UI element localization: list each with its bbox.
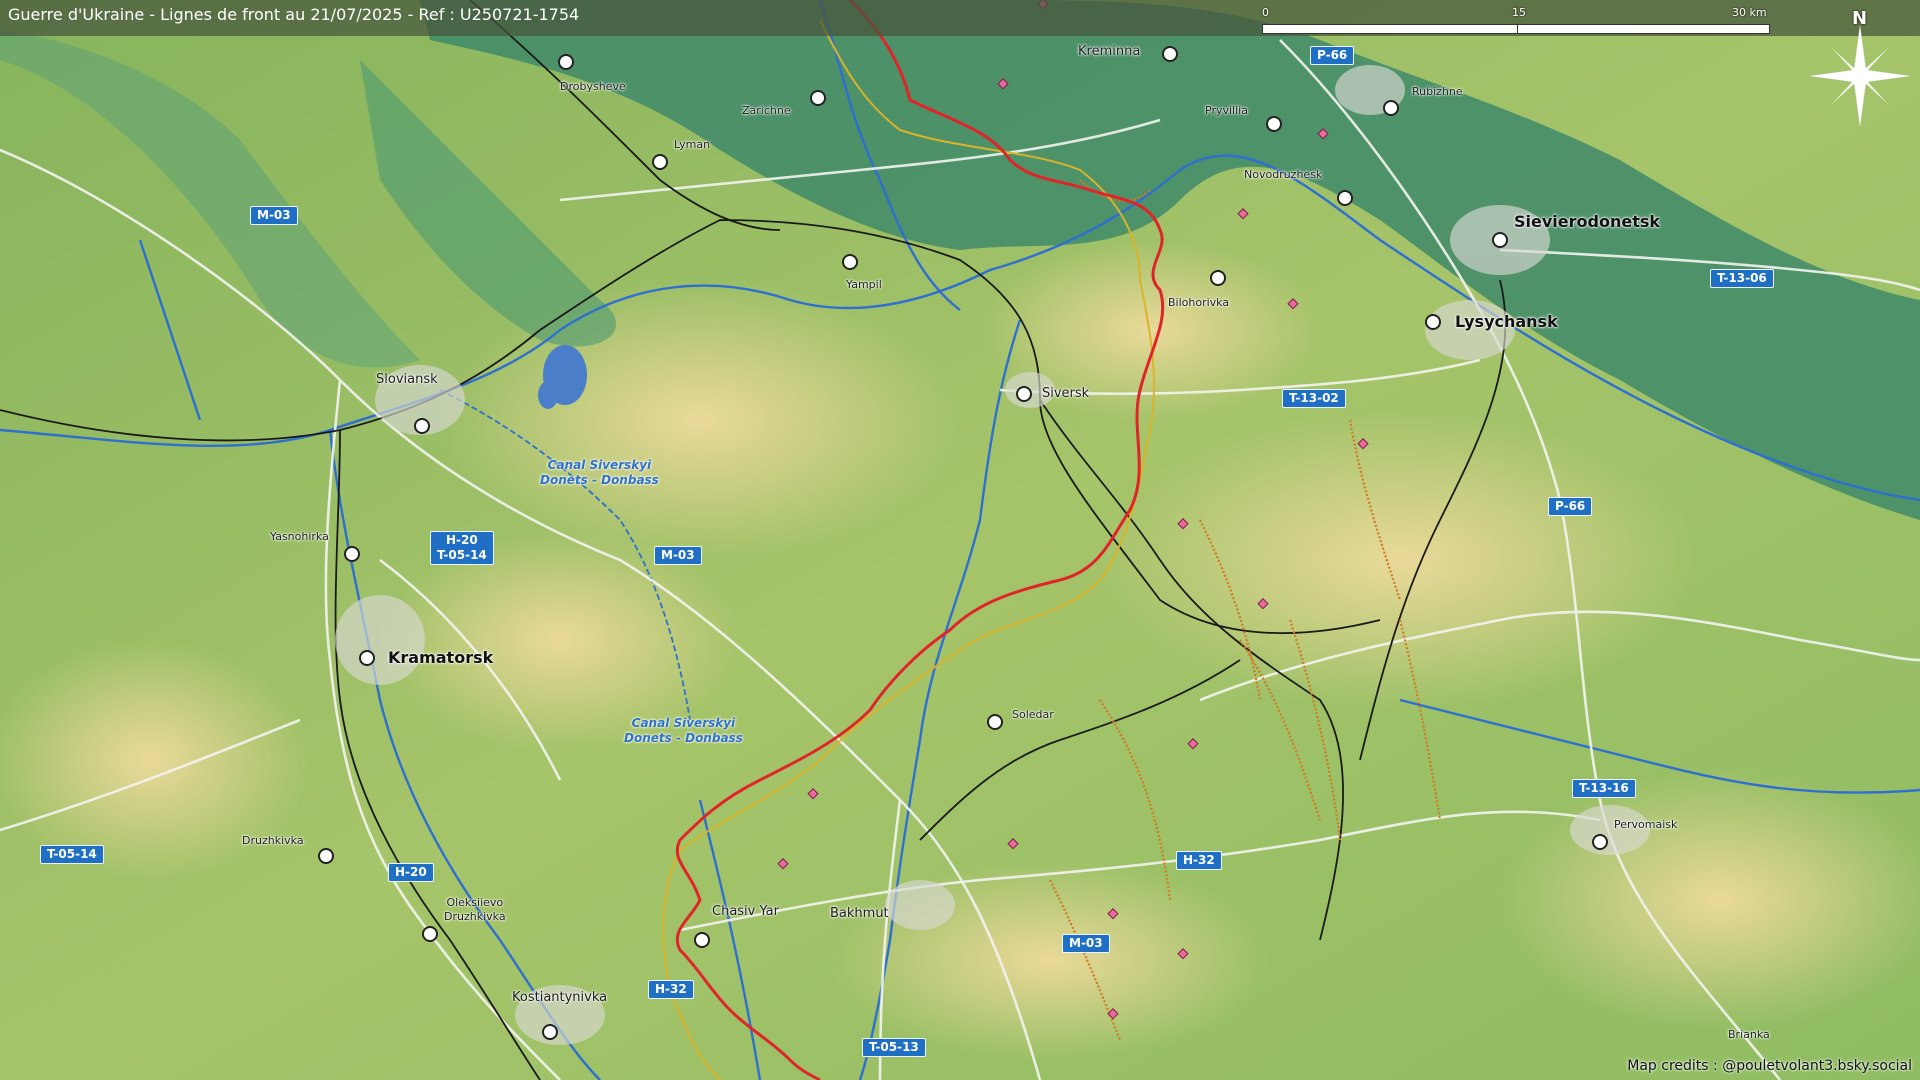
road-shield-p66: P-66 — [1310, 46, 1355, 65]
city-label-lyman: Lyman — [674, 138, 711, 151]
north-arrow: N — [1810, 8, 1910, 126]
road-shield-m03: M-03 — [250, 206, 298, 225]
road-shield-h32: H-32 — [1176, 851, 1222, 870]
upland-patch — [1500, 770, 1920, 1030]
city-label-novodruzhesk: Novodruzhesk — [1244, 168, 1323, 181]
road-shield-t1302: T-13-02 — [1282, 389, 1346, 408]
road-shield-m03: M-03 — [654, 546, 702, 565]
city-label-yampil: Yampil — [846, 278, 882, 291]
road-shield-h20-t0514: H-20 T-05-14 — [430, 531, 494, 565]
city-label-pryvillia: Pryvillia — [1205, 104, 1248, 117]
city-label-bilohorivka: Bilohorivka — [1168, 296, 1230, 309]
city-label-kostiantynivka: Kostiantynivka — [512, 990, 608, 1005]
road-shield-t1306: T-13-06 — [1710, 269, 1774, 288]
city-label-sloviansk: Sloviansk — [376, 372, 438, 387]
scale-bar-track — [1262, 24, 1770, 34]
upland-patch — [1100, 410, 1700, 710]
city-label-drobysheve: Drobysheve — [560, 80, 626, 93]
city-label-siversk: Siversk — [1042, 386, 1090, 401]
road-shield-t0514: T-05-14 — [40, 845, 104, 864]
scale-label-30: 30 km — [1732, 6, 1767, 19]
city-label-druzhkivka: Druzhkivka — [242, 834, 304, 847]
scale-bar: 0 15 30 km — [1262, 6, 1772, 42]
city-label-zarichne: Zarichne — [742, 104, 791, 117]
urban-area — [335, 595, 425, 685]
urban-area — [885, 880, 955, 930]
scale-label-15: 15 — [1512, 6, 1526, 19]
city-label-soledar: Soledar — [1012, 708, 1054, 721]
city-label-oleksiievo-druzhkivka: Oleksiievo Druzhkivka — [444, 896, 506, 923]
compass-rose-icon — [1810, 26, 1910, 126]
city-label-bakhmut: Bakhmut — [830, 906, 889, 921]
city-label-lysychansk: Lysychansk — [1455, 312, 1558, 331]
city-label-pervomaisk: Pervomaisk — [1614, 818, 1678, 831]
city-label-yasnohirka: Yasnohirka — [270, 530, 329, 543]
road-shield-p66: P-66 — [1548, 497, 1593, 516]
canal-label-north: Canal Siverskyi Donets - Donbass — [540, 458, 659, 487]
canal-label-south: Canal Siverskyi Donets - Donbass — [624, 716, 743, 745]
city-label-kramatorsk: Kramatorsk — [388, 648, 494, 667]
lake — [538, 381, 558, 409]
road-shield-h20: H-20 — [388, 863, 434, 882]
road-shield-t1316: T-13-16 — [1572, 779, 1636, 798]
city-label-kreminna: Kreminna — [1078, 44, 1141, 59]
city-label-brianka: Brianka — [1728, 1028, 1770, 1041]
road-shield-h32: H-32 — [648, 980, 694, 999]
scale-label-0: 0 — [1262, 6, 1269, 19]
map-credits: Map credits : @pouletvolant3.bsky.social — [1627, 1058, 1912, 1074]
city-label-chasiv-yar: Chasiv Yar — [712, 904, 779, 919]
road-shield-t0513: T-05-13 — [862, 1038, 926, 1057]
city-label-rubizhne: Rubizhne — [1412, 85, 1463, 98]
urban-area — [1335, 65, 1405, 115]
city-label-sievierodonetsk: Sievierodonetsk — [1514, 212, 1661, 231]
road-shield-m03: M-03 — [1062, 934, 1110, 953]
scale-bar-half — [1263, 25, 1518, 33]
